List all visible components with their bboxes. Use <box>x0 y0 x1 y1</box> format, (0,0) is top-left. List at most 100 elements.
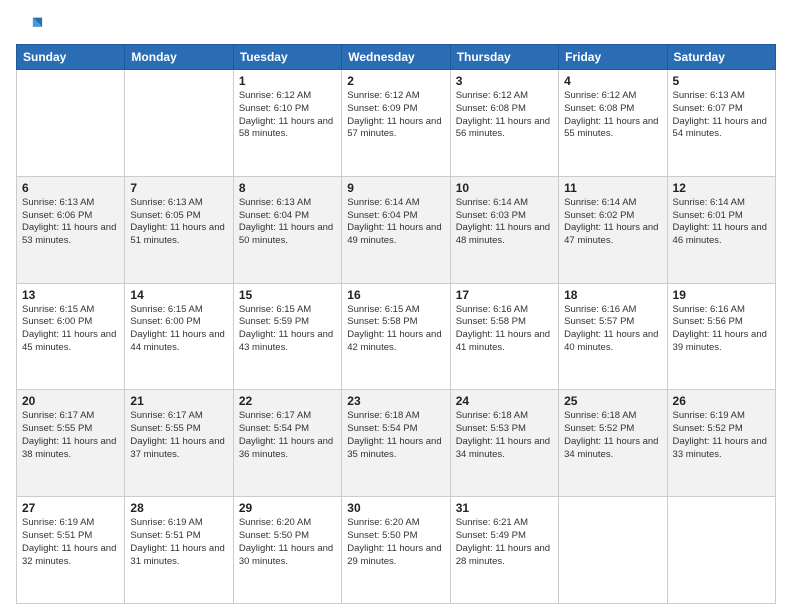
calendar-cell: 7 Sunrise: 6:13 AM Sunset: 6:05 PM Daylig… <box>125 176 233 283</box>
calendar-cell: 21 Sunrise: 6:17 AM Sunset: 5:55 PM Dayli… <box>125 390 233 497</box>
day-info: Sunrise: 6:14 AM Sunset: 6:03 PM Dayligh… <box>456 197 553 248</box>
week-row-1: 1 Sunrise: 6:12 AM Sunset: 6:10 PM Daylig… <box>17 70 776 177</box>
day-info: Sunrise: 6:17 AM Sunset: 5:54 PM Dayligh… <box>239 410 336 461</box>
calendar-cell: 18 Sunrise: 6:16 AM Sunset: 5:57 PM Dayli… <box>559 283 667 390</box>
day-info: Sunrise: 6:13 AM Sunset: 6:04 PM Dayligh… <box>239 197 336 248</box>
day-info: Sunrise: 6:12 AM Sunset: 6:08 PM Dayligh… <box>456 90 553 141</box>
calendar-cell: 1 Sunrise: 6:12 AM Sunset: 6:10 PM Daylig… <box>233 70 341 177</box>
calendar-body: 1 Sunrise: 6:12 AM Sunset: 6:10 PM Daylig… <box>17 70 776 604</box>
day-number: 2 <box>347 74 444 88</box>
calendar-cell: 28 Sunrise: 6:19 AM Sunset: 5:51 PM Dayli… <box>125 497 233 604</box>
header <box>16 12 776 40</box>
calendar-cell: 8Sunrise: 6:13 AM Sunset: 6:04 PM Daylig… <box>233 176 341 283</box>
day-number: 31 <box>456 501 553 515</box>
calendar-cell: 17Sunrise: 6:16 AM Sunset: 5:58 PM Dayli… <box>450 283 558 390</box>
day-number: 13 <box>22 288 119 302</box>
weekday-header-thursday: Thursday <box>450 45 558 70</box>
day-number: 29 <box>239 501 336 515</box>
day-info: Sunrise: 6:20 AM Sunset: 5:50 PM Dayligh… <box>347 517 444 568</box>
day-info: Sunrise: 6:12 AM Sunset: 6:10 PM Dayligh… <box>239 90 336 141</box>
calendar-cell: 2 Sunrise: 6:12 AM Sunset: 6:09 PM Daylig… <box>342 70 450 177</box>
week-row-3: 13 Sunrise: 6:15 AM Sunset: 6:00 PM Dayli… <box>17 283 776 390</box>
weekday-header-saturday: Saturday <box>667 45 775 70</box>
day-info: Sunrise: 6:15 AM Sunset: 5:58 PM Dayligh… <box>347 304 444 355</box>
day-info: Sunrise: 6:17 AM Sunset: 5:55 PM Dayligh… <box>22 410 119 461</box>
calendar-cell: 6 Sunrise: 6:13 AM Sunset: 6:06 PM Daylig… <box>17 176 125 283</box>
week-row-5: 27 Sunrise: 6:19 AM Sunset: 5:51 PM Dayli… <box>17 497 776 604</box>
day-number: 20 <box>22 394 119 408</box>
calendar-cell: 10 Sunrise: 6:14 AM Sunset: 6:03 PM Dayli… <box>450 176 558 283</box>
day-number: 25 <box>564 394 661 408</box>
weekday-header-monday: Monday <box>125 45 233 70</box>
logo <box>16 12 48 40</box>
day-info: Sunrise: 6:18 AM Sunset: 5:52 PM Dayligh… <box>564 410 661 461</box>
calendar-cell: 22 Sunrise: 6:17 AM Sunset: 5:54 PM Dayli… <box>233 390 341 497</box>
calendar-cell: 11 Sunrise: 6:14 AM Sunset: 6:02 PM Dayli… <box>559 176 667 283</box>
day-number: 15 <box>239 288 336 302</box>
calendar-cell: 13 Sunrise: 6:15 AM Sunset: 6:00 PM Dayli… <box>17 283 125 390</box>
day-number: 27 <box>22 501 119 515</box>
day-info: Sunrise: 6:17 AM Sunset: 5:55 PM Dayligh… <box>130 410 227 461</box>
calendar-cell: 3 Sunrise: 6:12 AM Sunset: 6:08 PM Daylig… <box>450 70 558 177</box>
day-number: 22 <box>239 394 336 408</box>
day-number: 24 <box>456 394 553 408</box>
calendar-cell: 29 Sunrise: 6:20 AM Sunset: 5:50 PM Dayli… <box>233 497 341 604</box>
weekday-header-sunday: Sunday <box>17 45 125 70</box>
calendar-cell: 31Sunrise: 6:21 AM Sunset: 5:49 PM Dayli… <box>450 497 558 604</box>
day-number: 26 <box>673 394 770 408</box>
week-row-4: 20 Sunrise: 6:17 AM Sunset: 5:55 PM Dayli… <box>17 390 776 497</box>
day-number: 19 <box>673 288 770 302</box>
day-info: Sunrise: 6:18 AM Sunset: 5:54 PM Dayligh… <box>347 410 444 461</box>
day-number: 23 <box>347 394 444 408</box>
weekday-header-tuesday: Tuesday <box>233 45 341 70</box>
calendar-cell: 16 Sunrise: 6:15 AM Sunset: 5:58 PM Dayli… <box>342 283 450 390</box>
day-info: Sunrise: 6:16 AM Sunset: 5:57 PM Dayligh… <box>564 304 661 355</box>
calendar-cell: 14 Sunrise: 6:15 AM Sunset: 6:00 PM Dayli… <box>125 283 233 390</box>
day-number: 4 <box>564 74 661 88</box>
calendar-cell: 25 Sunrise: 6:18 AM Sunset: 5:52 PM Dayli… <box>559 390 667 497</box>
day-info: Sunrise: 6:15 AM Sunset: 6:00 PM Dayligh… <box>130 304 227 355</box>
day-number: 18 <box>564 288 661 302</box>
day-info: Sunrise: 6:12 AM Sunset: 6:09 PM Dayligh… <box>347 90 444 141</box>
day-info: Sunrise: 6:13 AM Sunset: 6:07 PM Dayligh… <box>673 90 770 141</box>
day-number: 10 <box>456 181 553 195</box>
day-info: Sunrise: 6:20 AM Sunset: 5:50 PM Dayligh… <box>239 517 336 568</box>
day-info: Sunrise: 6:18 AM Sunset: 5:53 PM Dayligh… <box>456 410 553 461</box>
day-number: 12 <box>673 181 770 195</box>
day-info: Sunrise: 6:19 AM Sunset: 5:51 PM Dayligh… <box>130 517 227 568</box>
calendar-cell: 26 Sunrise: 6:19 AM Sunset: 5:52 PM Dayli… <box>667 390 775 497</box>
calendar-cell <box>559 497 667 604</box>
day-info: Sunrise: 6:15 AM Sunset: 6:00 PM Dayligh… <box>22 304 119 355</box>
day-info: Sunrise: 6:13 AM Sunset: 6:06 PM Dayligh… <box>22 197 119 248</box>
calendar-cell <box>17 70 125 177</box>
day-number: 17 <box>456 288 553 302</box>
day-number: 1 <box>239 74 336 88</box>
calendar-cell: 24 Sunrise: 6:18 AM Sunset: 5:53 PM Dayli… <box>450 390 558 497</box>
calendar-table: SundayMondayTuesdayWednesdayThursdayFrid… <box>16 44 776 604</box>
day-info: Sunrise: 6:13 AM Sunset: 6:05 PM Dayligh… <box>130 197 227 248</box>
day-number: 21 <box>130 394 227 408</box>
calendar-cell: 12 Sunrise: 6:14 AM Sunset: 6:01 PM Dayli… <box>667 176 775 283</box>
calendar-cell: 23 Sunrise: 6:18 AM Sunset: 5:54 PM Dayli… <box>342 390 450 497</box>
weekday-header-friday: Friday <box>559 45 667 70</box>
day-info: Sunrise: 6:15 AM Sunset: 5:59 PM Dayligh… <box>239 304 336 355</box>
calendar-cell: 27Sunrise: 6:19 AM Sunset: 5:51 PM Dayli… <box>17 497 125 604</box>
day-info: Sunrise: 6:19 AM Sunset: 5:52 PM Dayligh… <box>673 410 770 461</box>
day-number: 14 <box>130 288 227 302</box>
day-number: 3 <box>456 74 553 88</box>
day-number: 9 <box>347 181 444 195</box>
day-info: Sunrise: 6:14 AM Sunset: 6:01 PM Dayligh… <box>673 197 770 248</box>
day-info: Sunrise: 6:12 AM Sunset: 6:08 PM Dayligh… <box>564 90 661 141</box>
calendar-cell: 19Sunrise: 6:16 AM Sunset: 5:56 PM Dayli… <box>667 283 775 390</box>
weekday-header-wednesday: Wednesday <box>342 45 450 70</box>
day-number: 28 <box>130 501 227 515</box>
day-number: 7 <box>130 181 227 195</box>
day-number: 6 <box>22 181 119 195</box>
calendar-cell: 20 Sunrise: 6:17 AM Sunset: 5:55 PM Dayli… <box>17 390 125 497</box>
day-info: Sunrise: 6:14 AM Sunset: 6:02 PM Dayligh… <box>564 197 661 248</box>
day-number: 11 <box>564 181 661 195</box>
page: SundayMondayTuesdayWednesdayThursdayFrid… <box>0 0 792 612</box>
calendar-cell: 30 Sunrise: 6:20 AM Sunset: 5:50 PM Dayli… <box>342 497 450 604</box>
day-number: 16 <box>347 288 444 302</box>
day-number: 30 <box>347 501 444 515</box>
